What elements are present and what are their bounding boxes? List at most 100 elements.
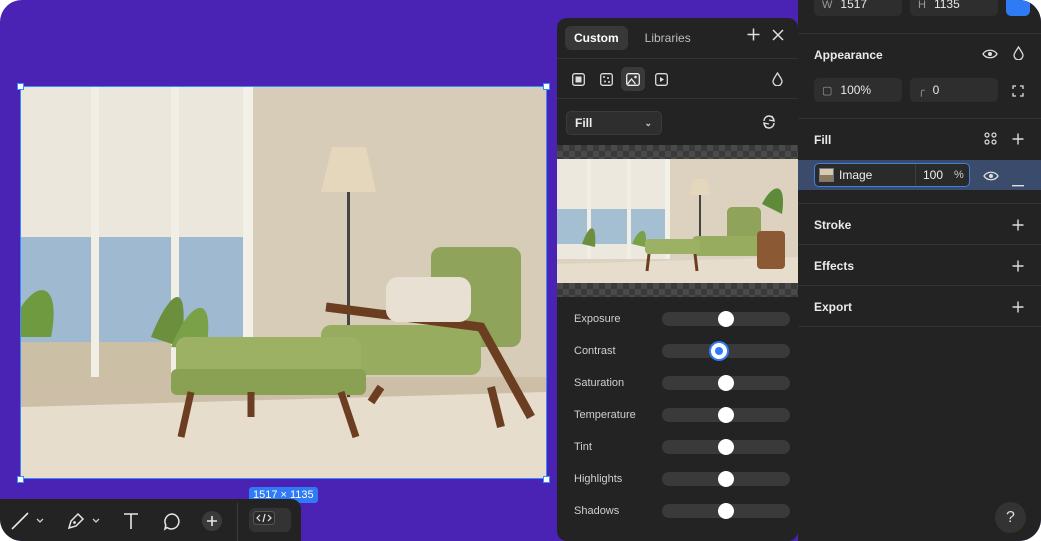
divider: [798, 285, 1041, 286]
close-icon[interactable]: [772, 28, 784, 46]
properties-panel: W1517 H1135 Appearance ▢100% ╭0 Fill: [798, 0, 1041, 541]
add-tool[interactable]: [201, 509, 223, 533]
adjustment-label-tint: Tint: [574, 441, 592, 453]
eye-icon[interactable]: [982, 47, 998, 65]
drop-icon[interactable]: [765, 67, 789, 91]
resize-handle-bottom-left[interactable]: [17, 476, 24, 483]
opacity-field[interactable]: ▢ 100%: [814, 78, 902, 102]
adjustment-label-shadows: Shadows: [574, 505, 620, 517]
height-label: H: [918, 0, 926, 11]
stroke-title: Stroke: [814, 218, 852, 232]
divider: [798, 244, 1041, 245]
image-fill-icon[interactable]: [621, 67, 645, 91]
tint-slider[interactable]: [662, 439, 790, 455]
text-tool[interactable]: [122, 509, 140, 533]
width-field[interactable]: W 1517: [814, 0, 902, 16]
video-fill-icon[interactable]: [649, 67, 673, 91]
drop-icon[interactable]: [1013, 45, 1024, 65]
canvas[interactable]: 1517 × 1135 Custom Libraries Fill ⌄ Expo…: [0, 0, 1041, 541]
divider: [557, 98, 798, 99]
export-title: Export: [814, 300, 853, 314]
slider-knob[interactable]: [718, 503, 734, 519]
corner-radius-value: 0: [932, 83, 940, 97]
comment-icon: [163, 512, 182, 531]
divider: [557, 58, 798, 59]
height-field[interactable]: H 1135: [910, 0, 998, 16]
eye-icon[interactable]: [983, 169, 999, 187]
add-icon[interactable]: [747, 28, 760, 46]
help-button[interactable]: ?: [995, 502, 1026, 533]
fill-layer-row[interactable]: Image 100 %: [798, 160, 1041, 190]
fill-title: Fill: [814, 133, 832, 147]
chevron-down-icon: [92, 518, 100, 524]
selected-image[interactable]: [20, 86, 547, 479]
line-tool[interactable]: [10, 509, 44, 533]
fill-opacity-value[interactable]: 100: [923, 164, 943, 186]
add-icon: [201, 510, 223, 532]
height-value: 1135: [933, 0, 960, 11]
slider-knob[interactable]: [718, 439, 734, 455]
adjustment-label-highlights: Highlights: [574, 473, 623, 485]
resize-handle-top-right[interactable]: [543, 83, 550, 90]
tab-custom[interactable]: Custom: [565, 26, 628, 50]
remove-icon[interactable]: [1012, 174, 1024, 192]
divider: [798, 326, 1041, 327]
styles-icon[interactable]: [984, 132, 997, 150]
line-icon: [10, 511, 30, 531]
adjustment-label-temperature: Temperature: [574, 409, 636, 421]
pen-icon: [66, 511, 86, 531]
opacity-icon: ▢: [822, 85, 833, 97]
constrain-proportions-button[interactable]: [1006, 0, 1030, 16]
tab-libraries[interactable]: Libraries: [636, 26, 700, 50]
divider: [798, 33, 1041, 34]
divider: [915, 164, 916, 186]
fill-opacity-unit: %: [954, 169, 964, 181]
rotate-icon[interactable]: [762, 114, 776, 135]
adjustment-label-saturation: Saturation: [574, 377, 625, 389]
shadows-slider[interactable]: [662, 503, 790, 519]
code-icon: [253, 510, 275, 530]
slider-knob[interactable]: [718, 471, 734, 487]
saturation-slider[interactable]: [662, 375, 790, 391]
width-value: 1517: [840, 0, 868, 11]
comment-tool[interactable]: [163, 509, 182, 533]
bottom-toolbar: [0, 499, 301, 541]
add-icon[interactable]: [1012, 300, 1024, 318]
fill-item[interactable]: Image 100 %: [814, 163, 970, 187]
independent-corners-icon[interactable]: [1012, 84, 1024, 102]
slider-knob[interactable]: [718, 407, 734, 423]
resize-handle-top-left[interactable]: [17, 83, 24, 90]
preview-photo: [557, 159, 798, 283]
add-icon[interactable]: [1012, 259, 1024, 277]
corner-radius-icon: ╭: [918, 85, 925, 97]
adjustment-label-exposure: Exposure: [574, 313, 621, 325]
panel-tabs: Custom Libraries: [565, 26, 708, 50]
fill-mode-select[interactable]: Fill ⌄: [566, 111, 662, 135]
temperature-slider[interactable]: [662, 407, 790, 423]
highlights-slider[interactable]: [662, 471, 790, 487]
appearance-title: Appearance: [814, 48, 883, 62]
add-icon[interactable]: [1012, 218, 1024, 236]
pen-tool[interactable]: [66, 509, 100, 533]
room-photo: [21, 87, 546, 478]
dev-mode-button[interactable]: [249, 508, 291, 532]
chevron-down-icon: [36, 518, 44, 524]
width-label: W: [822, 0, 833, 11]
fill-picker-panel: Custom Libraries Fill ⌄ Exposure Contras…: [557, 18, 798, 541]
resize-handle-bottom-right[interactable]: [543, 476, 550, 483]
slider-knob[interactable]: [718, 375, 734, 391]
divider: [798, 118, 1041, 119]
gradient-fill-icon[interactable]: [594, 67, 618, 91]
contrast-slider[interactable]: [662, 343, 790, 359]
corner-radius-field[interactable]: ╭ 0: [910, 78, 998, 102]
divider: [798, 203, 1041, 204]
image-thumbnail: [819, 168, 834, 182]
exposure-slider[interactable]: [662, 311, 790, 327]
slider-knob[interactable]: [711, 343, 727, 359]
chevron-down-icon: ⌄: [644, 118, 652, 128]
effects-title: Effects: [814, 259, 855, 273]
image-preview[interactable]: [557, 145, 798, 297]
add-icon[interactable]: [1012, 132, 1024, 150]
solid-fill-icon[interactable]: [566, 67, 590, 91]
slider-knob[interactable]: [718, 311, 734, 327]
